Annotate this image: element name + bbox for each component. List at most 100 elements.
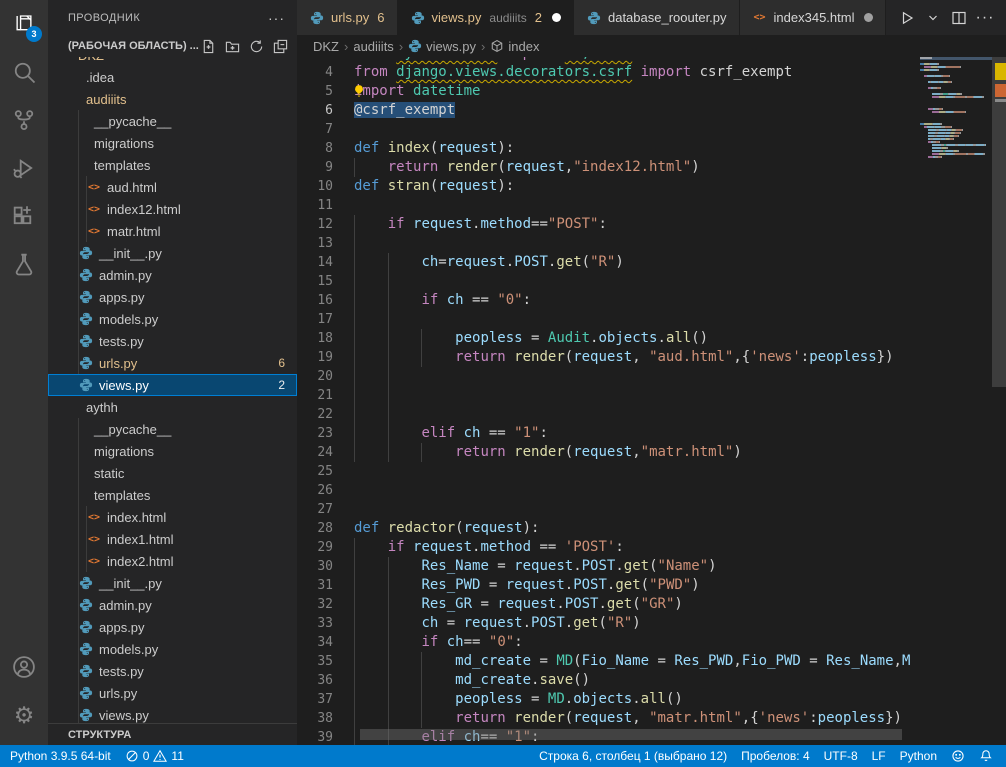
tree-item-templates[interactable]: templates [48,484,297,506]
run-button[interactable] [896,7,918,29]
code-line-37[interactable]: 37 peopless = MD.objects.all() [297,690,920,709]
outline-section-header[interactable]: СТРУКТУРА [48,723,297,745]
code-line-24[interactable]: 24 return render(request,"matr.html") [297,443,920,462]
lightbulb-icon[interactable] [352,84,366,98]
tree-item-models.py[interactable]: models.py [48,308,297,330]
tree-item-apps.py[interactable]: apps.py [48,616,297,638]
tree-item-audiiits[interactable]: audiiits [48,88,297,110]
code-line-8[interactable]: 8def index(request): [297,139,920,158]
code-line-35[interactable]: 35 md_create = MD(Fio_Name = Res_PWD,Fio… [297,652,920,671]
more-actions-button[interactable]: ··· [974,7,996,29]
scrollbar-thumb[interactable] [992,47,1006,387]
feedback-icon[interactable] [944,745,972,767]
tree-item-admin.py[interactable]: admin.py [48,594,297,616]
workspace-section-header[interactable]: (РАБОЧАЯ ОБЛАСТЬ) ... [48,35,297,57]
code-line-12[interactable]: 12 if request.method=="POST": [297,215,920,234]
run-dropdown-button[interactable] [922,7,944,29]
tree-item-index.html[interactable]: <>index.html [48,506,297,528]
activity-bar-item-run-debug[interactable] [0,144,48,192]
code-line-5[interactable]: 5import datetime [297,82,920,101]
code-line-34[interactable]: 34 if ch== "0": [297,633,920,652]
tab-urls.py[interactable]: urls.py6 [297,0,398,35]
code-line-36[interactable]: 36 md_create.save() [297,671,920,690]
code-line-6[interactable]: 6@csrf_exempt [297,101,920,120]
split-editor-button[interactable] [948,7,970,29]
activity-bar-item-account[interactable] [0,643,48,691]
tree-item-migrations[interactable]: migrations [48,132,297,154]
minimap[interactable] [920,44,992,745]
tree-item-templates[interactable]: templates [48,154,297,176]
tree-item-__init__.py[interactable]: __init__.py [48,572,297,594]
python-version-status[interactable]: Python 3.9.5 64-bit [0,745,118,767]
new-file-button[interactable] [199,37,217,55]
vertical-scrollbar[interactable] [992,44,1006,745]
tree-item-admin.py[interactable]: admin.py [48,264,297,286]
explorer-more-button[interactable]: ··· [268,10,285,26]
code-line-4[interactable]: 4from django.views.decorators.csrf impor… [297,63,920,82]
problems-status[interactable]: 0 11 [118,745,191,767]
code-line-30[interactable]: 30 Res_Name = request.POST.get("Name") [297,557,920,576]
code-line-32[interactable]: 32 Res_GR = request.POST.get("GR") [297,595,920,614]
code-line-33[interactable]: 33 ch = request.POST.get("R") [297,614,920,633]
tab-views.py[interactable]: views.pyaudiiits2 [398,0,574,35]
breadcrumb-item-index[interactable]: index [490,39,539,54]
tree-item-__pycache__[interactable]: __pycache__ [48,110,297,132]
code-line-27[interactable]: 27 [297,500,920,519]
breadcrumb-item-audiiits[interactable]: audiiits [353,39,393,54]
tree-item-tests.py[interactable]: tests.py [48,330,297,352]
code-line-17[interactable]: 17 [297,310,920,329]
code-line-23[interactable]: 23 elif ch == "1": [297,424,920,443]
code-line-26[interactable]: 26 [297,481,920,500]
activity-bar-item-search[interactable] [0,48,48,96]
code-line-11[interactable]: 11 [297,196,920,215]
language-mode-status[interactable]: Python [893,745,944,767]
tree-item-aud.html[interactable]: <>aud.html [48,176,297,198]
modified-dot-icon[interactable] [864,13,873,22]
code-line-13[interactable]: 13 [297,234,920,253]
code-line-15[interactable]: 15 [297,272,920,291]
code-line-21[interactable]: 21 [297,386,920,405]
tree-item-aythh[interactable]: aythh [48,396,297,418]
tree-item-matr.html[interactable]: <>matr.html [48,220,297,242]
code-line-19[interactable]: 19 return render(request, "aud.html",{'n… [297,348,920,367]
code-line-22[interactable]: 22 [297,405,920,424]
tree-item-index12.html[interactable]: <>index12.html [48,198,297,220]
tab-index345.html[interactable]: <>index345.html [740,0,887,35]
tree-item-apps.py[interactable]: apps.py [48,286,297,308]
tree-item-views.py[interactable]: views.py [48,704,297,723]
tree-item-tests.py[interactable]: tests.py [48,660,297,682]
encoding-status[interactable]: UTF-8 [817,745,865,767]
activity-bar-item-source-control[interactable] [0,96,48,144]
code-line-28[interactable]: 28def redactor(request): [297,519,920,538]
eol-status[interactable]: LF [865,745,893,767]
code-line-29[interactable]: 29 if request.method == 'POST': [297,538,920,557]
activity-bar-item-extensions[interactable] [0,192,48,240]
code-line-7[interactable]: 7 [297,120,920,139]
tree-item-migrations[interactable]: migrations [48,440,297,462]
activity-bar-item-explorer[interactable]: 3 [0,0,48,48]
refresh-button[interactable] [247,37,265,55]
tree-item-models.py[interactable]: models.py [48,638,297,660]
activity-bar-item-settings[interactable]: ⚙ [0,691,48,739]
indentation-status[interactable]: Пробелов: 4 [734,745,817,767]
code-line-31[interactable]: 31 Res_PWD = request.POST.get("PWD") [297,576,920,595]
code-line-10[interactable]: 10def stran(request): [297,177,920,196]
cursor-position-status[interactable]: Строка 6, столбец 1 (выбрано 12) [532,745,734,767]
tree-item-index2.html[interactable]: <>index2.html [48,550,297,572]
code-line-25[interactable]: 25 [297,462,920,481]
breadcrumb-item-DKZ[interactable]: DKZ [313,39,339,54]
code-line-38[interactable]: 38 return render(request, "matr.html",{'… [297,709,920,728]
code-line-20[interactable]: 20 [297,367,920,386]
tree-item-urls.py[interactable]: urls.py6 [48,352,297,374]
tree-item-urls.py[interactable]: urls.py [48,682,297,704]
code-line-9[interactable]: 9 return render(request,"index12.html") [297,158,920,177]
tab-database_roouter.py[interactable]: database_roouter.py [574,0,740,35]
tree-item-static[interactable]: static [48,462,297,484]
tree-item-.idea[interactable]: .idea [48,66,297,88]
tree-item-DKZ[interactable]: DKZ [48,57,297,66]
breadcrumb-item-views.py[interactable]: views.py [408,39,476,54]
code-line-16[interactable]: 16 if ch == "0": [297,291,920,310]
new-folder-button[interactable] [223,37,241,55]
code-line-18[interactable]: 18 peopless = Audit.objects.all() [297,329,920,348]
code-editor[interactable]: 3from aythh.models import MD,Audit4from … [297,44,920,745]
